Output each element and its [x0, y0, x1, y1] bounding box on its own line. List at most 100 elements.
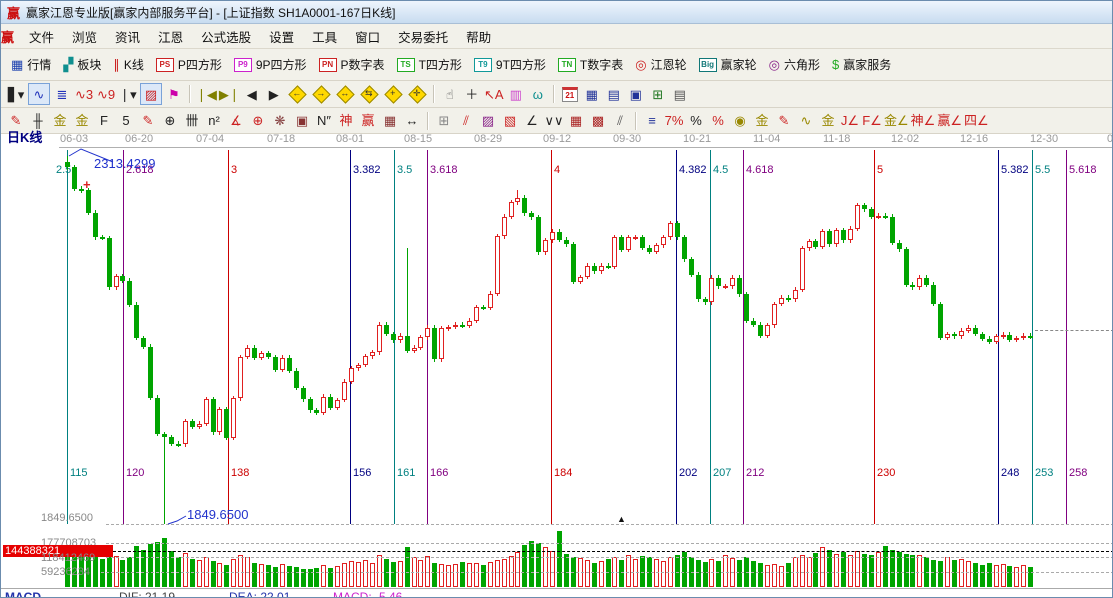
gold-grid-tool[interactable]: 金	[50, 111, 70, 131]
t-square-button[interactable]: TST四方形	[391, 54, 468, 75]
ying-angle-tool[interactable]: 赢∠	[937, 111, 962, 131]
four-angle-tool[interactable]: 四∠	[964, 111, 989, 131]
pattern-button-icon: ▨	[145, 88, 157, 101]
zigzag-tool[interactable]: ∨∨	[544, 111, 564, 131]
shift-left-button[interactable]: ←	[286, 84, 308, 104]
menu-item-1[interactable]: 浏览	[63, 28, 106, 48]
kline-button[interactable]: ∥K线	[107, 54, 150, 75]
slashes-tool[interactable]: ⫽	[610, 111, 630, 131]
web-tool-button[interactable]: ω	[528, 84, 548, 104]
shift-right-button[interactable]: →	[310, 84, 332, 104]
grid-box-tool[interactable]: ▣	[292, 111, 312, 131]
window-tool[interactable]: ⊞	[434, 111, 454, 131]
width-tool[interactable]: ↔	[402, 111, 422, 131]
export-button[interactable]: ⊞	[648, 84, 668, 104]
angles-tool[interactable]: ∠	[522, 111, 542, 131]
pattern-button[interactable]: ▨	[140, 83, 162, 105]
starburst-tool[interactable]: ❋	[270, 111, 290, 131]
p9-square-button[interactable]: P99P四方形	[228, 54, 313, 75]
pencil-tool[interactable]: ✎	[6, 111, 26, 131]
candle-pencil-tool[interactable]: ✎	[774, 111, 794, 131]
pencil2-tool[interactable]: ✎	[138, 111, 158, 131]
menu-item-4[interactable]: 公式选股	[192, 28, 260, 48]
candle-wick	[642, 235, 643, 250]
circle-grid-tool[interactable]: ⊕	[160, 111, 180, 131]
magnet-tool-button[interactable]: ▥	[506, 84, 526, 104]
pattern-purple-tool[interactable]: ▨	[478, 111, 498, 131]
t9-square-button[interactable]: T99T四方形	[468, 54, 552, 75]
date-tick: 09-12	[543, 133, 571, 145]
gold-wave-tool[interactable]: ∿	[796, 111, 816, 131]
menu-item-9[interactable]: 帮助	[457, 28, 500, 48]
minute3-button[interactable]: ∿3	[74, 84, 94, 104]
f-grid-tool[interactable]: F	[94, 111, 114, 131]
sectors-button[interactable]: ▞板块	[57, 54, 107, 75]
menu-item-8[interactable]: 交易委托	[389, 28, 457, 48]
j-angle-tool[interactable]: J∠	[840, 111, 860, 131]
print-button[interactable]: ▤	[670, 84, 690, 104]
overlay-trend-button[interactable]: ∿	[28, 83, 50, 105]
crosshair-tool-button[interactable]: ＋	[462, 84, 482, 104]
n-marks-tool[interactable]: N″	[314, 111, 334, 131]
winner-wheel-button[interactable]: Big赢家轮	[693, 54, 763, 75]
bar-type-button[interactable]: ❘▾	[118, 84, 138, 104]
info-panel-button[interactable]: ≣	[52, 84, 72, 104]
h-expand-button[interactable]: ↔	[334, 84, 356, 104]
menu-item-6[interactable]: 工具	[303, 28, 346, 48]
calculator-button[interactable]: ▦	[582, 84, 602, 104]
zoom-in-button[interactable]: +	[382, 84, 404, 104]
save-button[interactable]: ▣	[626, 84, 646, 104]
shen-angle-tool[interactable]: 神∠	[911, 111, 936, 131]
calendar-button[interactable]: 21	[560, 84, 580, 104]
pencil2-tool-icon: ✎	[143, 114, 154, 127]
compass-tool[interactable]: ⊕	[248, 111, 268, 131]
grid-red2-tool[interactable]: ▩	[588, 111, 608, 131]
percent-line-tool[interactable]: %	[708, 111, 728, 131]
p-number-table-button[interactable]: PNP数字表	[313, 54, 391, 75]
last-page-button[interactable]: ▶❘	[219, 84, 240, 104]
quotes-button[interactable]: ▦行情	[5, 54, 57, 75]
t-number-table-button[interactable]: TNT数字表	[552, 54, 629, 75]
gold-angle-tool[interactable]: 金∠	[884, 111, 909, 131]
price-flag-button[interactable]: ⚑	[164, 84, 184, 104]
stats-tool[interactable]: ≡	[642, 111, 662, 131]
menu-item-0[interactable]: 文件	[20, 28, 63, 48]
gold-line2-tool[interactable]: 金	[818, 111, 838, 131]
gann-fan-tool[interactable]: ⫽	[456, 111, 476, 131]
minute9-button[interactable]: ∿9	[96, 84, 116, 104]
hexagon-button[interactable]: ◎六角形	[763, 54, 826, 75]
indicator-name[interactable]: MACD	[5, 590, 41, 598]
first-page-button[interactable]: ❘◀	[196, 84, 217, 104]
winner-service-button[interactable]: $赢家服务	[826, 54, 897, 75]
ying-tool[interactable]: 赢	[358, 111, 378, 131]
menu-item-2[interactable]: 资讯	[106, 28, 149, 48]
candle-style-button[interactable]: ▋▾	[6, 84, 26, 104]
grid-123-tool[interactable]: ▦	[380, 111, 400, 131]
hand-tool-button[interactable]: ☝	[440, 84, 460, 104]
menu-item-7[interactable]: 窗口	[346, 28, 389, 48]
label-tool-button[interactable]: ↖A	[484, 84, 504, 104]
gann-line-tool[interactable]: ╫	[28, 111, 48, 131]
f-angle-tool[interactable]: F∠	[862, 111, 882, 131]
menu-item-5[interactable]: 设置	[260, 28, 303, 48]
prev-button[interactable]: ◀	[242, 84, 262, 104]
shen-tool[interactable]: 神	[336, 111, 356, 131]
tally-grid-tool[interactable]: 卌	[182, 111, 202, 131]
notebook-button[interactable]: ▤	[604, 84, 624, 104]
gold-circle-tool[interactable]: ◉	[730, 111, 750, 131]
n-square-tool[interactable]: n²	[204, 111, 224, 131]
percent-tool[interactable]: %	[686, 111, 706, 131]
p-square-button[interactable]: PSP四方形	[150, 54, 228, 75]
gann-wheel-button[interactable]: ◎江恩轮	[629, 54, 692, 75]
grid-red-tool[interactable]: ▦	[566, 111, 586, 131]
next-button[interactable]: ▶	[264, 84, 284, 104]
percent7-tool[interactable]: 7%	[664, 111, 684, 131]
gold-grid2-tool[interactable]: 金	[72, 111, 92, 131]
gold-line-tool[interactable]: 金	[752, 111, 772, 131]
h-compress-button[interactable]: ⇆	[358, 84, 380, 104]
menu-item-3[interactable]: 江恩	[149, 28, 192, 48]
zoom-full-button[interactable]: ✛	[406, 84, 428, 104]
pattern-red-tool[interactable]: ▧	[500, 111, 520, 131]
angle-pencil-tool[interactable]: ∡	[226, 111, 246, 131]
five-grid-tool[interactable]: 5	[116, 111, 136, 131]
